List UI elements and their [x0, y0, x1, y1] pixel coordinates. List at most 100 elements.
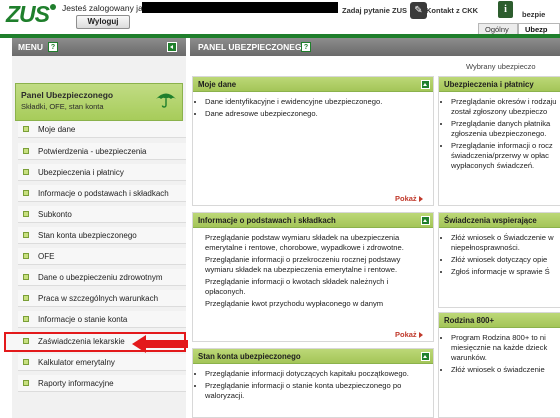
- box-title: Świadczenia wspierające: [444, 216, 537, 225]
- sidebar-item-stan-konta[interactable]: Stan konta ubezpieczonego: [18, 227, 186, 244]
- sidebar-item-informacje-stan-konta[interactable]: Informacje o stanie konta: [18, 311, 186, 328]
- zus-logo[interactable]: ZUS: [6, 1, 56, 27]
- user-role-label: bezpie: [522, 10, 546, 19]
- panel-card-subtitle: Składki, OFE, stan konta: [21, 102, 104, 111]
- logo-dot: [50, 4, 56, 10]
- box-moje-dane: Moje dane Dane identyfikacyjne i ewidenc…: [192, 76, 434, 206]
- list-item: Złóż wniosek o świadczenie: [451, 365, 560, 375]
- bullet-icon: [23, 190, 29, 196]
- list-item: Przeglądanie informacji o stanie konta u…: [205, 381, 427, 401]
- sidebar-item-label: Informacje o stanie konta: [38, 315, 128, 324]
- collapse-box-icon[interactable]: [421, 352, 430, 361]
- sidebar-item-ubezpieczenia[interactable]: Ubezpieczenia i płatnicy: [18, 164, 186, 181]
- umbrella-icon: [156, 93, 176, 108]
- menu-help-icon[interactable]: ?: [48, 42, 58, 52]
- bullet-icon: [23, 316, 29, 322]
- box-title: Ubezpieczenia i płatnicy: [444, 80, 534, 89]
- box-header: Stan konta ubezpieczonego: [193, 349, 433, 364]
- sidebar-item-label: Potwierdzenia - ubezpieczenia: [38, 147, 147, 156]
- list-item: Przeglądanie informacji dotyczących kapi…: [205, 369, 427, 379]
- sidebar-item-label: Kalkulator emerytalny: [38, 358, 115, 367]
- selected-insured-label: Wybrany ubezpieczo: [466, 62, 536, 71]
- sidebar-item-label: OFE: [38, 252, 55, 261]
- sidebar-item-raporty[interactable]: Raporty informacyjne: [18, 375, 186, 392]
- collapse-box-icon[interactable]: [421, 216, 430, 225]
- sidebar-item-podstawy[interactable]: Informacje o podstawach i składkach: [18, 185, 186, 202]
- collapse-box-icon[interactable]: [421, 80, 430, 89]
- list-item: Dane identyfikacyjne i ewidencyjne ubezp…: [205, 97, 429, 107]
- arrow-right-icon: [418, 332, 423, 339]
- bullet-icon: [23, 295, 29, 301]
- bullet-icon: [23, 211, 29, 217]
- main-title: PANEL UBEZPIECZONEGO: [198, 42, 309, 52]
- annotation-arrow-icon: [132, 335, 188, 353]
- bullet-icon: [23, 274, 29, 280]
- zus-app: ZUS Jesteś zalogowany jako: Wyloguj Zada…: [0, 0, 560, 418]
- list-item: Przeglądanie informacji o rocz świadczen…: [451, 141, 560, 171]
- pokaz-link[interactable]: Pokaż: [395, 330, 423, 339]
- arrow-right-icon: [418, 196, 423, 203]
- bullet-icon: [23, 359, 29, 365]
- ask-zus-link[interactable]: Zadaj pytanie ZUS: [342, 6, 407, 15]
- pokaz-label: Pokaż: [395, 330, 417, 339]
- bullet-icon: [23, 169, 29, 175]
- sidebar-item-ubezpieczenie-zdrowotne[interactable]: Dane o ubezpieczeniu zdrowotnym: [18, 269, 186, 286]
- list-item: Zgłoś informacje w sprawie Ś: [451, 267, 560, 277]
- pokaz-link[interactable]: Pokaż: [395, 194, 423, 203]
- box-header: Świadczenia wspierające: [439, 213, 560, 228]
- bullet-icon: [23, 232, 29, 238]
- list-item: Przeglądanie informacji o przekroczeniu …: [205, 255, 427, 275]
- box-header: Informacje o podstawach i składkach: [193, 213, 433, 228]
- main-header: PANEL UBEZPIECZONEGO: [190, 38, 560, 56]
- box-list: Program Rodzina 800+ to ni miesięcznie n…: [451, 333, 560, 377]
- panel-card-title: Panel Ubezpieczonego: [21, 90, 114, 100]
- info-icon[interactable]: i: [498, 1, 513, 18]
- list-item: Przeglądanie podstaw wymiaru składek na …: [205, 233, 427, 253]
- sidebar-item-label: Raporty informacyjne: [38, 379, 114, 388]
- sidebar-item-label: Subkonto: [38, 210, 72, 219]
- contact-ckk-link[interactable]: Kontakt z CKK: [426, 6, 478, 15]
- chat-icon[interactable]: ✎: [410, 2, 427, 19]
- bullet-icon: [23, 338, 29, 344]
- bullet-icon: [23, 380, 29, 386]
- bullet-icon: [23, 126, 29, 132]
- logged-in-label: Jesteś zalogowany jako:: [62, 3, 155, 13]
- list-item: Dane adresowe ubezpieczonego.: [205, 109, 429, 119]
- box-title: Rodzina 800+: [444, 316, 495, 325]
- sidebar-item-potwierdzenia[interactable]: Potwierdzenia - ubezpieczenia: [18, 143, 186, 160]
- logo-text: ZUS: [6, 1, 50, 27]
- box-title: Moje dane: [198, 80, 237, 89]
- main-help-icon[interactable]: ?: [301, 42, 311, 52]
- sidebar-item-kalkulator[interactable]: Kalkulator emerytalny: [18, 354, 186, 371]
- logout-button[interactable]: Wyloguj: [76, 15, 130, 29]
- box-list: Przeglądanie okresów i rodzaju został zg…: [451, 97, 560, 173]
- box-title: Informacje o podstawach i składkach: [198, 216, 336, 225]
- panel-ubezpieczonego-card[interactable]: Panel Ubezpieczonego Składki, OFE, stan …: [15, 83, 183, 121]
- list-item: Przeglądanie informacji o kwotach składe…: [205, 277, 427, 297]
- sidebar-item-praca-szczegolne[interactable]: Praca w szczególnych warunkach: [18, 290, 186, 307]
- redacted-user-name: [142, 2, 338, 13]
- box-stan-konta: Stan konta ubezpieczonego Przeglądanie i…: [192, 348, 434, 418]
- collapse-menu-icon[interactable]: [167, 42, 177, 52]
- bullet-icon: [23, 253, 29, 259]
- sidebar-item-ofe[interactable]: OFE: [18, 248, 186, 265]
- sidebar-item-subkonto[interactable]: Subkonto: [18, 206, 186, 223]
- sidebar-item-label: Praca w szczególnych warunkach: [38, 294, 159, 303]
- box-ubezpieczenia: Ubezpieczenia i płatnicy Przeglądanie ok…: [438, 76, 560, 206]
- sidebar-item-moje-dane[interactable]: Moje dane: [18, 121, 186, 138]
- menu-title: MENU: [18, 42, 44, 52]
- box-header: Moje dane: [193, 77, 433, 92]
- list-item: Przeglądanie danych płatnika zgłoszenia …: [451, 119, 560, 139]
- box-list: Dane identyfikacyjne i ewidencyjne ubezp…: [205, 97, 429, 121]
- sidebar-item-label: Informacje o podstawach i składkach: [38, 189, 169, 198]
- box-list: Złóż wniosek o Świadczenie w niepełnospr…: [451, 233, 560, 279]
- menu-header: MENU: [12, 38, 186, 56]
- list-item: Przeglądanie kwot przychodu wypłaconego …: [205, 299, 427, 309]
- box-podstawy-skladki: Informacje o podstawach i składkach Prze…: [192, 212, 434, 342]
- sidebar-item-label: Ubezpieczenia i płatnicy: [38, 168, 124, 177]
- list-item: Złóż wniosek o Świadczenie w niepełnospr…: [451, 233, 560, 253]
- box-title: Stan konta ubezpieczonego: [198, 352, 301, 361]
- sidebar-item-label: Stan konta ubezpieczonego: [38, 231, 137, 240]
- list-item: Złóż wniosek dotyczący opie: [451, 255, 560, 265]
- box-list: Przeglądanie informacji dotyczących kapi…: [205, 369, 427, 403]
